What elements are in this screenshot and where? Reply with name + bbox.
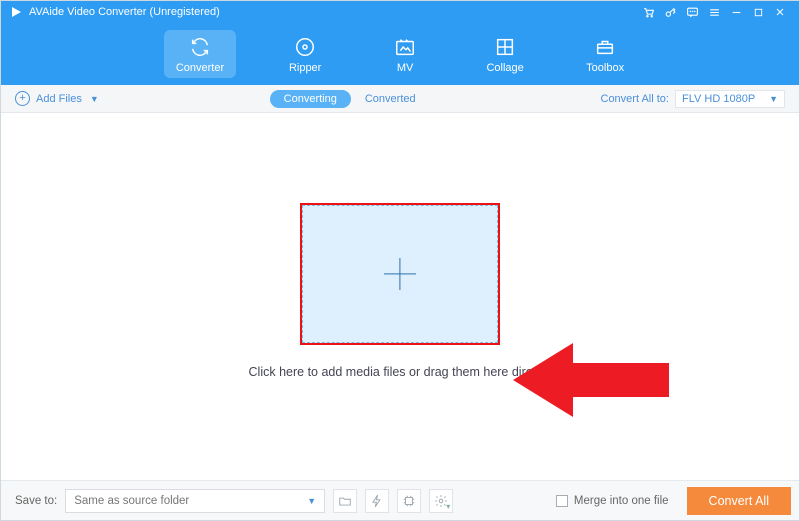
checkbox-box-icon — [556, 495, 568, 507]
format-selected-value: FLV HD 1080P — [682, 93, 755, 105]
converter-icon — [189, 36, 211, 58]
toolbar: + Add Files ▼ Converting Converted Conve… — [1, 85, 799, 113]
tab-converting[interactable]: Converting — [270, 90, 351, 108]
chevron-down-icon: ▾ — [446, 502, 450, 511]
nav-collage[interactable]: Collage — [474, 30, 536, 78]
plus-icon — [384, 258, 416, 290]
annotation-arrow-icon — [513, 339, 669, 421]
add-media-dropzone[interactable] — [302, 205, 498, 343]
chevron-down-icon: ▼ — [307, 496, 316, 506]
close-icon[interactable] — [769, 1, 791, 23]
maximize-icon[interactable] — [747, 1, 769, 23]
nav-label: MV — [397, 62, 414, 74]
cart-icon[interactable] — [637, 1, 659, 23]
open-folder-button[interactable] — [333, 489, 357, 513]
convert-target: Convert All to: FLV HD 1080P ▼ — [601, 90, 785, 108]
toolbox-icon — [594, 36, 616, 58]
app-logo-icon — [9, 5, 23, 19]
minimize-icon[interactable] — [725, 1, 747, 23]
nav-label: Toolbox — [586, 62, 624, 74]
app-window: AVAide Video Converter (Unregistered) — [0, 0, 800, 521]
app-title: AVAide Video Converter (Unregistered) — [29, 6, 220, 18]
chevron-down-icon: ▼ — [769, 94, 778, 104]
nav-label: Converter — [176, 62, 224, 74]
title-bar: AVAide Video Converter (Unregistered) — [1, 1, 799, 23]
merge-checkbox[interactable]: Merge into one file — [556, 495, 669, 507]
nav-label: Collage — [486, 62, 523, 74]
gpu-accel-button[interactable] — [397, 489, 421, 513]
add-files-label: Add Files — [36, 93, 82, 105]
nav-toolbox[interactable]: Toolbox — [574, 30, 636, 78]
save-to-label: Save to: — [15, 495, 57, 507]
add-files-button[interactable]: + Add Files ▼ — [15, 91, 99, 106]
save-to-select[interactable]: Same as source folder ▼ — [65, 489, 325, 513]
nav-label: Ripper — [289, 62, 321, 74]
convert-all-to-label: Convert All to: — [601, 93, 669, 105]
key-icon[interactable] — [659, 1, 681, 23]
tab-converted[interactable]: Converted — [351, 90, 430, 108]
settings-button[interactable]: ▾ — [429, 489, 453, 513]
nav-converter[interactable]: Converter — [164, 30, 236, 78]
format-select[interactable]: FLV HD 1080P ▼ — [675, 90, 785, 108]
plus-circle-icon: + — [15, 91, 30, 106]
save-to-value: Same as source folder — [74, 495, 189, 507]
ripper-icon — [294, 36, 316, 58]
dropzone-hint: Click here to add media files or drag th… — [249, 365, 552, 379]
collage-icon — [494, 36, 516, 58]
nav-mv[interactable]: MV — [374, 30, 436, 78]
bottom-bar: Save to: Same as source folder ▼ ▾ Merge… — [1, 480, 799, 520]
main-nav: Converter Ripper MV Collage Toolbox — [1, 23, 799, 85]
merge-label: Merge into one file — [574, 495, 669, 507]
main-area: Click here to add media files or drag th… — [1, 113, 799, 480]
nav-ripper[interactable]: Ripper — [274, 30, 336, 78]
menu-icon[interactable] — [703, 1, 725, 23]
status-tabs: Converting Converted — [270, 90, 430, 108]
chevron-down-icon: ▼ — [90, 94, 99, 104]
high-speed-button[interactable] — [365, 489, 389, 513]
convert-all-button[interactable]: Convert All — [687, 487, 791, 515]
mv-icon — [394, 36, 416, 58]
feedback-icon[interactable] — [681, 1, 703, 23]
